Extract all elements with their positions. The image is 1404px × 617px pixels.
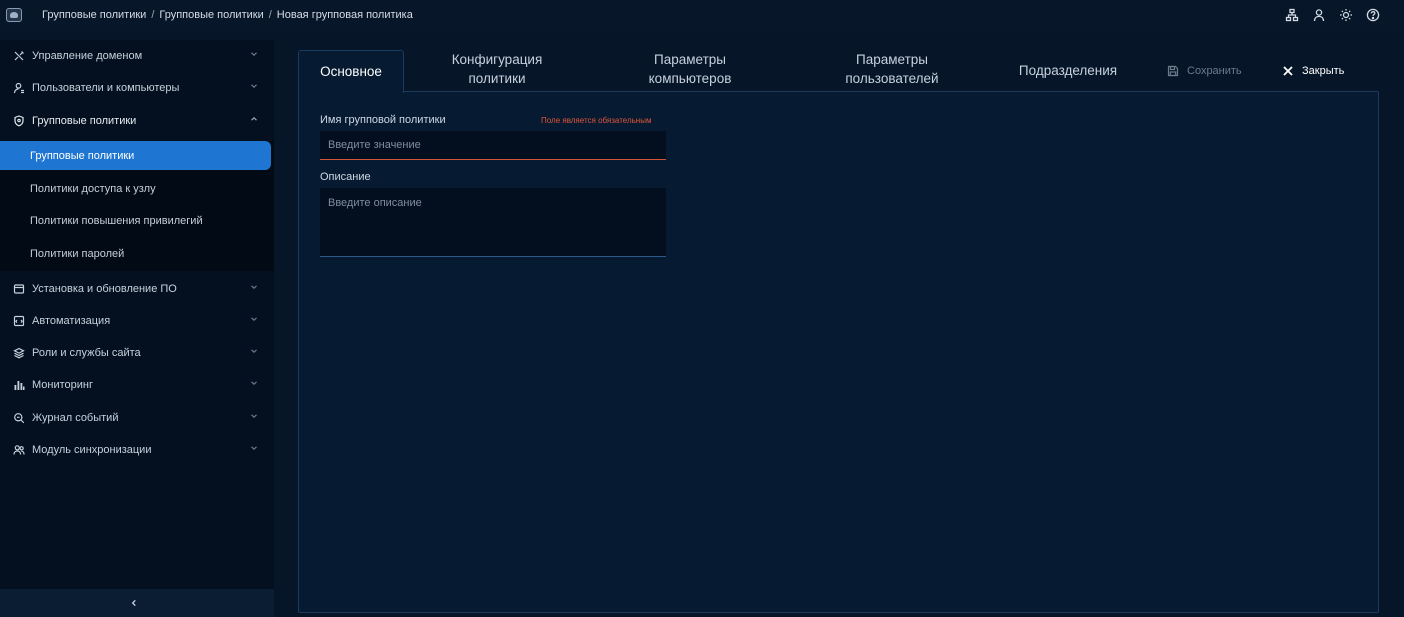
- sidebar-item-label: Роли и службы сайта: [32, 347, 141, 359]
- user-icon: [13, 82, 25, 94]
- sidebar-item-automation[interactable]: Автоматизация: [0, 306, 274, 336]
- breadcrumb-item[interactable]: Групповые политики: [159, 9, 263, 21]
- users-sync-icon: [13, 444, 25, 456]
- sidebar-item-roles-services[interactable]: Роли и службы сайта: [0, 338, 274, 368]
- sidebar-item-label: Групповые политики: [32, 115, 137, 127]
- chevron-down-icon: [249, 411, 259, 421]
- tab-label-line2: политики: [468, 71, 526, 86]
- tab-policy-configuration[interactable]: Конфигурация политики: [432, 50, 562, 92]
- tab-computer-settings[interactable]: Параметры компьютеров: [630, 50, 750, 92]
- submenu-item-password-policies[interactable]: Политики паролей: [0, 239, 271, 268]
- bar-chart-icon: [13, 379, 25, 391]
- sidebar-item-label: Автоматизация: [32, 315, 111, 327]
- tab-user-settings[interactable]: Параметры пользователей: [830, 50, 954, 92]
- chevron-down-icon: [249, 282, 259, 292]
- tab-general[interactable]: Основное: [298, 50, 404, 93]
- close-button[interactable]: Закрыть: [1282, 63, 1344, 79]
- floppy-disk-icon: [1167, 65, 1179, 77]
- submenu-item-label: Групповые политики: [30, 150, 135, 162]
- description-label: Описание: [320, 171, 371, 183]
- description-textarea[interactable]: [320, 188, 666, 257]
- sidebar-item-users-computers[interactable]: Пользователи и компьютеры: [0, 73, 274, 103]
- chevron-down-icon: [249, 378, 259, 388]
- tools-icon: [13, 50, 25, 62]
- tab-label-line1: Параметры: [856, 52, 928, 67]
- chevron-left-icon: [129, 598, 139, 608]
- sidebar-item-monitoring[interactable]: Мониторинг: [0, 370, 274, 400]
- sidebar-item-software[interactable]: Установка и обновление ПО: [0, 274, 274, 304]
- breadcrumb-separator: /: [151, 9, 155, 21]
- sidebar-item-label: Мониторинг: [32, 379, 94, 391]
- submenu-item-label: Политики доступа к узлу: [30, 183, 156, 195]
- layers-icon: [13, 347, 25, 359]
- save-button-label: Сохранить: [1187, 65, 1242, 77]
- network-icon[interactable]: [1285, 8, 1299, 22]
- sidebar-item-label: Модуль синхронизации: [32, 444, 152, 456]
- submenu-item-group-policies[interactable]: Групповые политики: [0, 141, 271, 170]
- sidebar: Управление доменом Пользователи и компью…: [0, 40, 274, 617]
- policy-name-label: Имя групповой политики: [320, 114, 446, 126]
- chevron-up-icon: [249, 114, 259, 124]
- window-icon: [13, 283, 25, 295]
- close-icon: [1282, 65, 1294, 77]
- sidebar-item-domain[interactable]: Управление доменом: [0, 41, 274, 71]
- submenu-item-privilege-escalation[interactable]: Политики повышения привилегий: [0, 206, 271, 235]
- sidebar-item-event-log[interactable]: Журнал событий: [0, 403, 274, 433]
- chevron-down-icon: [249, 346, 259, 356]
- theme-sun-icon[interactable]: [1339, 8, 1353, 22]
- chevron-down-icon: [249, 314, 259, 324]
- breadcrumb-item[interactable]: Групповые политики: [42, 9, 146, 21]
- breadcrumb-separator: /: [268, 9, 272, 21]
- sidebar-item-label: Управление доменом: [32, 50, 143, 62]
- shield-icon: [13, 115, 25, 127]
- policy-name-input[interactable]: [320, 131, 666, 160]
- submenu-item-label: Политики паролей: [30, 248, 125, 260]
- tab-departments[interactable]: Подразделения: [1008, 50, 1128, 92]
- sidebar-item-group-policies[interactable]: Групповые политики: [0, 106, 274, 136]
- save-button[interactable]: Сохранить: [1167, 63, 1242, 79]
- chevron-down-icon: [249, 443, 259, 453]
- close-button-label: Закрыть: [1302, 65, 1345, 77]
- breadcrumb: Групповые политики / Групповые политики / Но…: [42, 9, 413, 21]
- tab-label-line2: компьютеров: [648, 71, 732, 86]
- submenu-item-label: Политики повышения привилегий: [30, 215, 203, 227]
- chevron-down-icon: [249, 49, 259, 59]
- tab-label-line1: Параметры: [654, 52, 726, 67]
- required-field-error: Поле является обязательным: [541, 116, 652, 125]
- tab-label-line1: Конфигурация: [451, 52, 543, 67]
- user-icon[interactable]: [1312, 8, 1326, 22]
- submenu-group-policies: Групповые политики Политики доступа к уз…: [0, 141, 274, 271]
- sidebar-item-label: Пользователи и компьютеры: [32, 82, 180, 94]
- script-icon: [13, 315, 25, 327]
- top-icons: [1285, 8, 1380, 22]
- top-bar: Групповые политики / Групповые политики / Но…: [0, 0, 1404, 32]
- sidebar-item-label: Журнал событий: [32, 412, 119, 424]
- tab-label: Основное: [320, 64, 382, 79]
- content-panel: [298, 91, 1379, 613]
- tab-label-line2: пользователей: [845, 71, 939, 86]
- help-icon[interactable]: [1366, 8, 1380, 22]
- sidebar-collapse-button[interactable]: [0, 589, 274, 617]
- sidebar-item-sync-module[interactable]: Модуль синхронизации: [0, 435, 274, 465]
- search-log-icon: [13, 412, 25, 424]
- tab-label: Подразделения: [1018, 63, 1118, 78]
- submenu-item-host-access[interactable]: Политики доступа к узлу: [0, 174, 271, 203]
- app-logo-icon[interactable]: [6, 8, 22, 22]
- sidebar-item-label: Установка и обновление ПО: [32, 283, 177, 295]
- chevron-down-icon: [249, 81, 259, 91]
- breadcrumb-current: Новая групповая политика: [276, 9, 413, 21]
